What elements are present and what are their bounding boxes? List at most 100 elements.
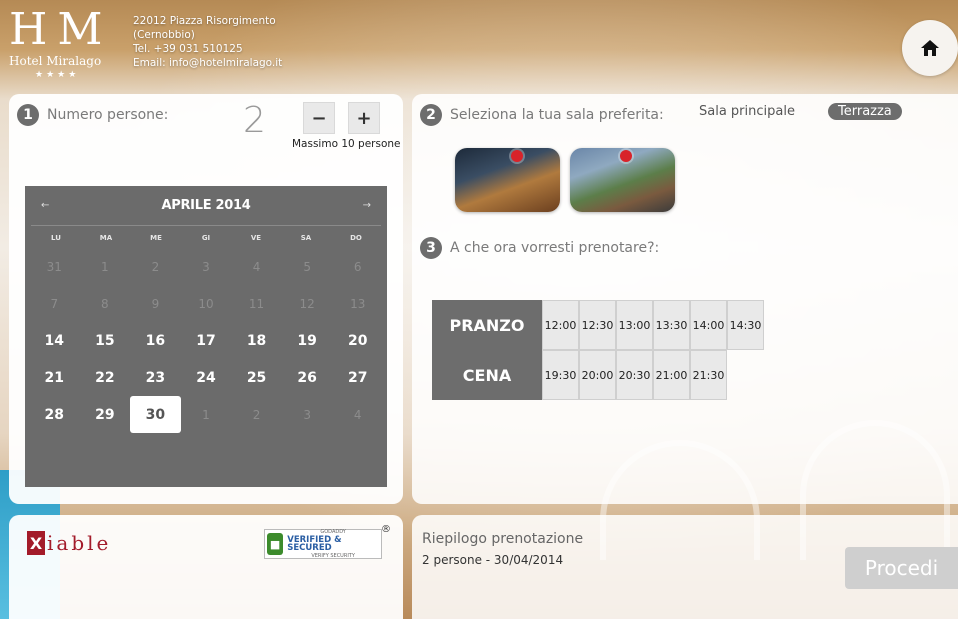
calendar-day: 3 [202, 259, 210, 274]
calendar-day: 6 [353, 259, 362, 274]
time-slot-button[interactable]: 21:30 [690, 350, 727, 400]
security-badge[interactable]: ■ GODADDY VERIFIED & SECURED VERIFY SECU… [264, 524, 391, 560]
hotel-contact: 22012 Piazza Risorgimento (Cernobbio) Te… [133, 14, 282, 70]
calendar-day[interactable]: 24 [181, 359, 232, 396]
calendar-day[interactable]: 20 [332, 322, 383, 359]
lunch-label: PRANZO [432, 300, 542, 350]
calendar-day-selected[interactable]: 30 [130, 396, 181, 433]
calendar-day[interactable]: 15 [80, 322, 131, 359]
calendar-day: 10 [198, 296, 214, 311]
calendar-day[interactable]: 22 [80, 359, 131, 396]
calendar-day[interactable]: 26 [282, 359, 333, 396]
time-slot-button[interactable]: 19:30 [542, 350, 579, 400]
calendar-day[interactable]: 28 [29, 396, 80, 433]
calendar-day: 12 [299, 296, 315, 311]
room-option-terrace[interactable]: Terrazza [828, 103, 902, 120]
calendar-day: 2 [252, 407, 261, 422]
logo-mark: H M [9, 4, 102, 55]
email-text: Email: info@hotelmiralago.it [133, 57, 283, 69]
time-slot-button[interactable]: 21:00 [653, 350, 690, 400]
calendar-day: 4 [252, 259, 261, 274]
badge-text: GODADDY VERIFIED & SECURED VERIFY SECURI… [287, 528, 379, 560]
weekday-label: GI [201, 234, 211, 242]
xtable-logo-mark: X [27, 531, 45, 555]
calendar-day[interactable]: 14 [29, 322, 80, 359]
logo-stars: ★★★★ [35, 70, 80, 80]
lunch-row: PRANZO 12:00 12:30 13:00 13:30 14:00 14:30 [432, 300, 764, 350]
step-1-label: Numero persone: [47, 107, 169, 123]
calendar-day[interactable]: 21 [29, 359, 80, 396]
room-thumbnail-main[interactable] [455, 148, 560, 212]
room-time-panel: 2 Seleziona la tua sala preferita: Sala … [412, 94, 958, 504]
step-2-number: 2 [420, 104, 442, 126]
calendar-weekdays: LU MA ME GI VE SA DO [25, 226, 387, 242]
calendar-day: 9 [151, 296, 160, 311]
home-button[interactable] [902, 20, 958, 76]
date-calendar: ← APRILE 2014 → LU MA ME GI VE SA DO 31 1 2 3 4 5 6 7… [25, 186, 387, 487]
persons-count: 2 [243, 100, 266, 141]
calendar-day[interactable]: 16 [130, 322, 181, 359]
calendar-day[interactable]: 29 [80, 396, 131, 433]
logo-name: Hotel Miralago [9, 54, 102, 68]
time-slot-button[interactable]: 12:30 [579, 300, 616, 350]
calendar-day: 5 [303, 259, 311, 274]
badge-verify-link: VERIFY SECURITY [311, 553, 355, 559]
time-slot-button[interactable]: 12:00 [542, 300, 579, 350]
address-city: (Cernobbio) [133, 29, 195, 41]
time-slot-button[interactable]: 20:00 [579, 350, 616, 400]
weekday-label: ME [150, 234, 162, 242]
calendar-header: ← APRILE 2014 → [31, 186, 381, 226]
time-slot-button[interactable]: 14:30 [727, 300, 764, 350]
step-3-number: 3 [420, 237, 442, 259]
calendar-day: 1 [202, 407, 210, 422]
hotel-logo[interactable]: H M Hotel Miralago ★★★★ [9, 8, 129, 84]
home-icon [921, 40, 939, 56]
room-thumbnail-terrace[interactable] [570, 148, 675, 212]
summary-title: Riepilogo prenotazione [422, 531, 584, 547]
summary-panel: Riepilogo prenotazione 2 persone - 30/04… [412, 515, 958, 619]
weekday-label: SA [300, 234, 312, 242]
badge-verified: VERIFIED & SECURED [287, 535, 342, 553]
max-persons-note: Massimo 10 persone [292, 138, 401, 150]
decrease-persons-button[interactable]: − [303, 102, 335, 134]
time-slot-button[interactable]: 13:30 [653, 300, 690, 350]
phone-text: Tel. +39 031 510125 [133, 43, 243, 55]
calendar-days-grid: 31 1 2 3 4 5 6 7 8 9 10 11 12 13 14 15 16 17 18 19 20 21 22 23 2… [25, 242, 387, 433]
calendar-prev-arrow-icon[interactable]: ← [41, 200, 49, 211]
time-slot-button[interactable]: 20:30 [616, 350, 653, 400]
weekday-label: LU [51, 234, 61, 242]
time-slot-button[interactable]: 13:00 [616, 300, 653, 350]
time-slot-button[interactable]: 14:00 [690, 300, 727, 350]
calendar-month-title: APRILE 2014 [161, 198, 251, 213]
xtable-logo[interactable]: X iable [27, 531, 111, 555]
step-1-header: 1 Numero persone: [17, 104, 168, 126]
partners-panel: X iable ■ GODADDY VERIFIED & SECURED VER… [9, 515, 403, 619]
calendar-day: 3 [303, 407, 311, 422]
calendar-day: 13 [350, 296, 366, 311]
increase-persons-button[interactable]: + [348, 102, 380, 134]
calendar-day[interactable]: 23 [130, 359, 181, 396]
calendar-day[interactable]: 18 [231, 322, 282, 359]
proceed-button[interactable]: Procedi [845, 547, 958, 589]
calendar-day[interactable]: 25 [231, 359, 282, 396]
calendar-day: 1 [101, 259, 109, 274]
weekday-label: MA [99, 234, 113, 242]
calendar-day: 31 [46, 259, 62, 274]
room-option-main[interactable]: Sala principale [699, 104, 795, 119]
calendar-day: 2 [151, 259, 160, 274]
calendar-day: 7 [50, 296, 59, 311]
lock-icon: ■ [267, 533, 284, 555]
map-pin-icon [620, 150, 632, 162]
calendar-day: 4 [353, 407, 362, 422]
calendar-day[interactable]: 17 [181, 322, 232, 359]
dinner-label: CENA [432, 350, 542, 400]
calendar-day[interactable]: 19 [282, 322, 333, 359]
calendar-day: 11 [248, 296, 265, 311]
calendar-day[interactable]: 27 [332, 359, 383, 396]
time-slots-table: PRANZO 12:00 12:30 13:00 13:30 14:00 14:30 CE… [432, 300, 764, 400]
step-1-number: 1 [17, 104, 39, 126]
calendar-next-arrow-icon[interactable]: → [363, 200, 371, 211]
xtable-logo-text: iable [47, 531, 112, 555]
map-pin-icon [511, 150, 523, 162]
summary-text: 2 persone - 30/04/2014 [422, 553, 564, 567]
